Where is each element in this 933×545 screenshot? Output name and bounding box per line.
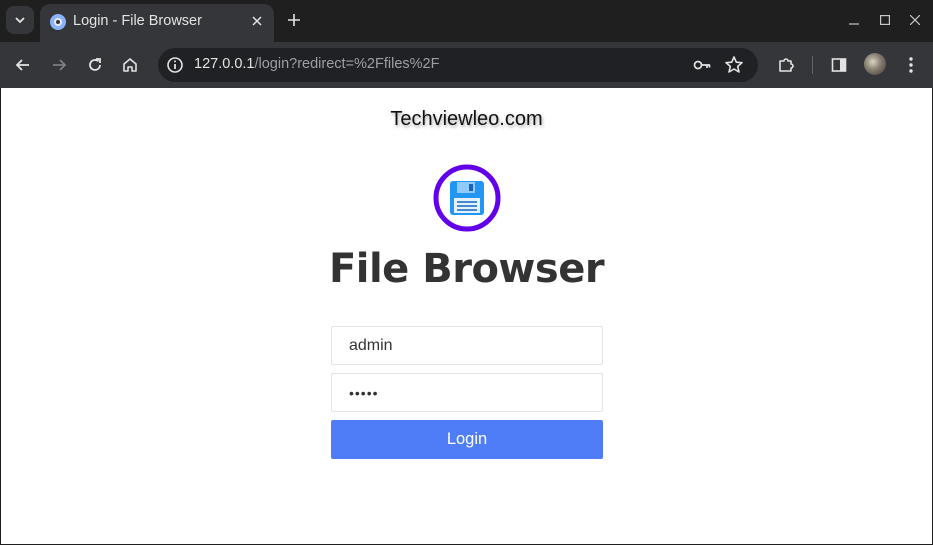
browser-toolbar: 127.0.0.1/login?redirect=%2Ffiles%2F — [0, 42, 933, 88]
close-tab-button[interactable] — [246, 10, 268, 32]
arrow-left-icon — [15, 59, 29, 71]
minimize-icon — [849, 23, 859, 25]
minimize-button[interactable] — [844, 10, 864, 30]
more-vertical-icon — [909, 57, 913, 73]
tab-title: Login - File Browser — [73, 13, 202, 29]
url-path: /login?redirect=%2Ffiles%2F — [254, 56, 440, 72]
home-icon — [123, 58, 137, 72]
site-info-icon[interactable] — [166, 56, 184, 74]
new-tab-button[interactable] — [282, 8, 306, 32]
close-icon — [910, 15, 920, 25]
chevron-down-icon — [15, 17, 25, 24]
arrow-right-icon — [53, 59, 67, 71]
watermark-text: Techviewleo.com — [390, 108, 543, 130]
home-button[interactable] — [116, 51, 144, 79]
tab-search-button[interactable] — [6, 6, 34, 34]
close-window-button[interactable] — [905, 10, 925, 30]
back-button[interactable] — [9, 51, 37, 79]
profile-avatar[interactable] — [864, 53, 886, 75]
maximize-icon — [880, 15, 890, 25]
reload-button[interactable] — [81, 51, 109, 79]
reload-icon — [89, 58, 101, 71]
plus-icon — [288, 14, 300, 26]
maximize-button[interactable] — [875, 10, 895, 30]
toolbar-divider — [812, 56, 813, 74]
password-value: ••••• — [349, 384, 379, 401]
key-icon[interactable] — [692, 55, 712, 75]
puzzle-icon — [779, 58, 794, 72]
star-icon[interactable] — [724, 55, 744, 75]
floppy-disk-icon — [433, 164, 501, 232]
url-text[interactable]: 127.0.0.1/login?redirect=%2Ffiles%2F — [194, 56, 439, 72]
url-host: 127.0.0.1 — [194, 56, 255, 72]
password-input[interactable]: ••••• — [331, 373, 603, 412]
side-panel-button[interactable] — [825, 51, 853, 79]
username-value: admin — [349, 336, 393, 354]
browser-menu-button[interactable] — [897, 51, 925, 79]
side-panel-icon — [831, 58, 847, 72]
username-input[interactable]: admin — [331, 326, 603, 365]
close-icon — [252, 16, 262, 26]
extensions-button[interactable] — [772, 51, 800, 79]
address-bar[interactable]: 127.0.0.1/login?redirect=%2Ffiles%2F — [158, 48, 758, 82]
login-button[interactable]: Login — [331, 420, 603, 459]
tab-strip: Login - File Browser — [0, 0, 933, 42]
app-title: File Browser — [328, 246, 605, 292]
login-page: Techviewleo.com File Browser admin •••••… — [1, 88, 932, 544]
globe-icon — [50, 14, 66, 30]
forward-button[interactable] — [45, 51, 73, 79]
active-tab[interactable]: Login - File Browser — [40, 4, 274, 42]
